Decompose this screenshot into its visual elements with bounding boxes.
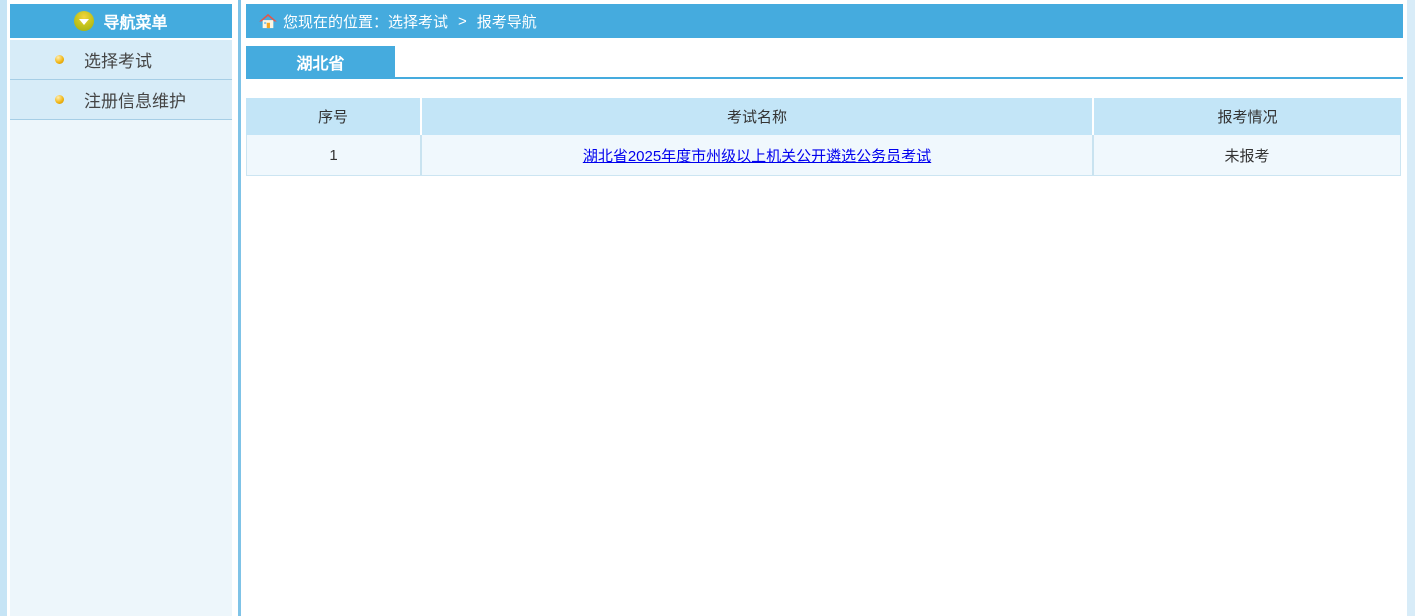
column-header-status: 报考情况 xyxy=(1094,98,1401,135)
sidebar-item-select-exam[interactable]: 选择考试 xyxy=(10,40,232,80)
chevron-down-icon xyxy=(79,19,89,25)
table-row: 1 湖北省2025年度市州级以上机关公开遴选公务员考试 未报考 xyxy=(246,135,1401,176)
sidebar-header-label: 导航菜单 xyxy=(103,9,167,33)
page-right-border xyxy=(1405,0,1415,616)
main-content: 您现在的位置： 选择考试 > 报考导航 湖北省 序号 考试名称 报考情况 1 湖… xyxy=(246,4,1403,176)
exam-link[interactable]: 湖北省2025年度市州级以上机关公开遴选公务员考试 xyxy=(583,145,931,166)
breadcrumb-item-exam-navigation: 报考导航 xyxy=(477,11,537,32)
breadcrumb: 您现在的位置： 选择考试 > 报考导航 xyxy=(246,4,1403,38)
sidebar-item-label: 注册信息维护 xyxy=(84,87,186,112)
home-icon xyxy=(259,13,277,29)
chevron-down-circle-icon xyxy=(74,11,94,31)
sidebar-empty-panel xyxy=(10,120,232,616)
page-left-border xyxy=(0,0,7,616)
yellow-dot-icon xyxy=(55,95,64,104)
exam-table-header: 序号 考试名称 报考情况 xyxy=(246,98,1401,135)
row-status-cell: 未报考 xyxy=(1094,135,1400,175)
breadcrumb-label: 您现在的位置： xyxy=(283,11,388,32)
page: 导航菜单 选择考试 注册信息维护 您现在 xyxy=(0,0,1415,616)
breadcrumb-item-select-exam[interactable]: 选择考试 xyxy=(388,11,448,32)
tab-hubei-province[interactable]: 湖北省 xyxy=(246,46,395,77)
row-exam-name-cell: 湖北省2025年度市州级以上机关公开遴选公务员考试 xyxy=(422,135,1092,175)
column-header-exam-name: 考试名称 xyxy=(422,98,1092,135)
tab-bar: 湖北省 xyxy=(246,46,1403,79)
column-header-index: 序号 xyxy=(246,98,420,135)
row-index-cell: 1 xyxy=(247,135,420,175)
yellow-dot-icon xyxy=(55,55,64,64)
sidebar-menu: 选择考试 注册信息维护 xyxy=(10,40,232,120)
sidebar-header: 导航菜单 xyxy=(10,4,232,38)
sidebar-main-divider xyxy=(238,0,241,616)
sidebar: 导航菜单 选择考试 注册信息维护 xyxy=(10,4,232,616)
sidebar-item-registration-info[interactable]: 注册信息维护 xyxy=(10,80,232,120)
exam-table: 序号 考试名称 报考情况 1 湖北省2025年度市州级以上机关公开遴选公务员考试… xyxy=(246,98,1401,176)
sidebar-item-label: 选择考试 xyxy=(84,47,152,72)
breadcrumb-separator: > xyxy=(458,13,467,30)
